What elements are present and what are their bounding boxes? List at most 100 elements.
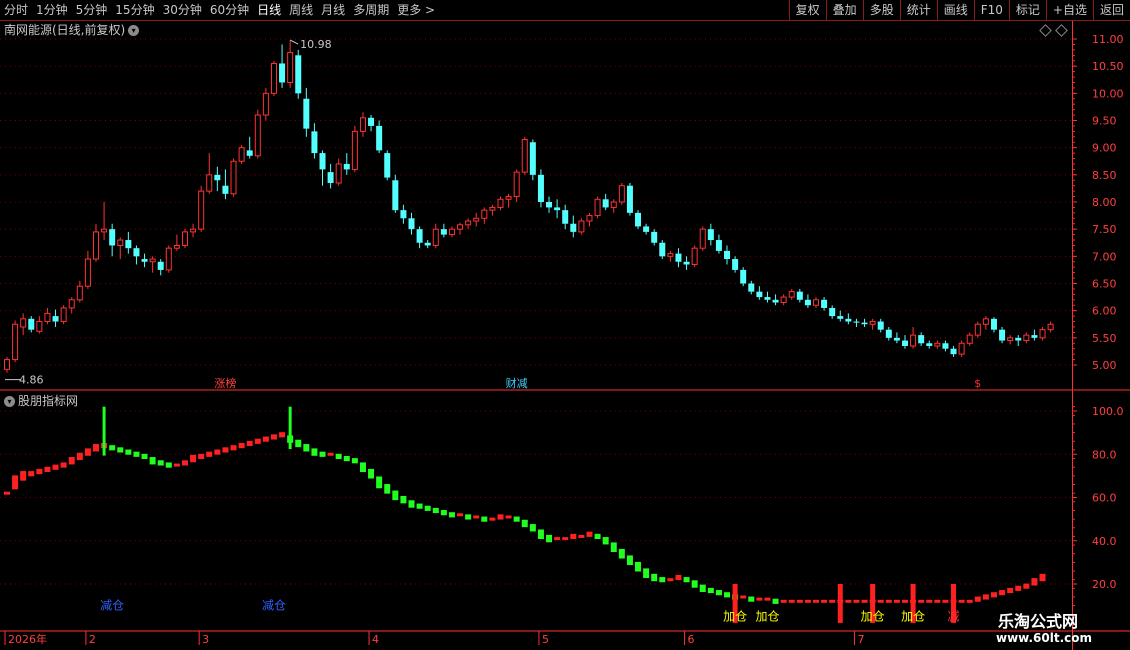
- indicator-bar: [990, 592, 997, 598]
- candle-body: [901, 340, 908, 346]
- candle-body: [351, 130, 358, 170]
- candle-body: [691, 247, 698, 265]
- candle-body: [990, 318, 997, 330]
- indicator-bar: [1031, 578, 1038, 586]
- min-price-label: 4.86: [19, 374, 44, 387]
- indicator-bar: [772, 598, 779, 604]
- indicator-bar: [190, 454, 197, 463]
- candle-body: [1031, 335, 1038, 338]
- indicator-bar: [481, 516, 488, 522]
- candle-body: [918, 335, 925, 344]
- candle-body: [699, 228, 706, 249]
- candle-body: [173, 244, 180, 249]
- candle-body: [424, 242, 431, 246]
- indicator-bar: [675, 574, 682, 581]
- indicator-bar: [796, 599, 803, 603]
- candle-body: [570, 223, 577, 232]
- candle-body: [659, 242, 666, 257]
- candle-body: [465, 220, 472, 226]
- candle-body: [230, 160, 237, 195]
- indicator-bar: [246, 440, 253, 447]
- candle-body: [222, 185, 229, 194]
- candle-body: [376, 125, 383, 151]
- candle-body: [448, 228, 455, 236]
- indicator-bar: [222, 447, 229, 453]
- event-label: $: [974, 377, 981, 390]
- candle-body: [505, 196, 512, 200]
- indicator-bar: [489, 517, 496, 521]
- signal-spike: [288, 406, 292, 450]
- indicator-bar: [343, 455, 350, 462]
- x-axis-label: 2: [89, 633, 96, 646]
- indicator-bar: [651, 573, 658, 582]
- indicator-bar: [165, 462, 172, 468]
- candle-body: [416, 229, 423, 243]
- main-tick-label: 5.00: [1092, 359, 1117, 372]
- candle-body: [521, 139, 528, 173]
- indicator-bar: [724, 592, 731, 598]
- indicator-bar: [901, 599, 908, 603]
- indicator-title[interactable]: ▾ 股朋指标网: [4, 392, 78, 409]
- indicator-bar: [311, 448, 318, 456]
- signal-spike: [837, 584, 843, 623]
- indicator-bar: [578, 534, 585, 538]
- chevron-down-icon[interactable]: ▾: [128, 25, 140, 36]
- candle-body: [262, 92, 269, 116]
- candle-body: [392, 180, 399, 211]
- candle-body: [885, 329, 892, 338]
- indicator-bar: [707, 587, 714, 594]
- candle-body: [837, 316, 844, 319]
- indicator-bar: [667, 578, 674, 582]
- candle-body: [537, 174, 544, 202]
- candle-body: [651, 231, 658, 243]
- indicator-bar: [845, 599, 852, 603]
- indicator-bar: [141, 453, 148, 460]
- indicator-bar: [497, 514, 504, 520]
- candle-body: [643, 226, 650, 232]
- candle-body: [400, 210, 407, 219]
- x-axis-label: 4: [372, 633, 379, 646]
- indicator-bar: [457, 513, 464, 517]
- indicator-bar: [610, 542, 617, 553]
- indicator-bar: [359, 462, 366, 473]
- candle-body: [877, 321, 884, 330]
- ind-tick-label: 60.0: [1092, 492, 1117, 505]
- candle-body: [934, 342, 941, 347]
- candle-body: [359, 117, 366, 132]
- indicator-bar: [181, 460, 188, 466]
- indicator-bar: [84, 448, 91, 456]
- candle-body: [780, 296, 787, 304]
- candle-body: [772, 299, 779, 303]
- x-axis-label: 6: [688, 633, 695, 646]
- candle-body: [432, 228, 439, 246]
- indicator-bar: [376, 476, 383, 489]
- candle-body: [554, 207, 561, 211]
- candle-body: [950, 348, 957, 355]
- indicator-bar: [60, 462, 67, 468]
- candle-body: [319, 153, 326, 170]
- candle-body: [796, 291, 803, 300]
- indicator-bar: [715, 590, 722, 596]
- main-tick-label: 8.50: [1092, 169, 1117, 182]
- chevron-down-icon[interactable]: ▾: [4, 396, 15, 407]
- indicator-bar: [1023, 583, 1030, 589]
- candle-body: [84, 258, 91, 287]
- indicator-bar: [92, 444, 99, 452]
- indicator-bar: [748, 596, 755, 602]
- candle-body: [457, 224, 464, 230]
- candle-body: [958, 342, 965, 355]
- indicator-bar: [206, 451, 213, 457]
- max-pointer: [289, 39, 299, 45]
- candle-body: [343, 163, 350, 170]
- signal-label: 减仓: [100, 599, 124, 613]
- indicator-bar: [804, 599, 811, 603]
- indicator-bar: [384, 484, 391, 494]
- candle-body: [861, 322, 868, 325]
- watermark: 乐淘公式网 www.60lt.com: [986, 604, 1106, 650]
- signal-label: 加仓: [861, 609, 885, 623]
- indicator-bar: [934, 599, 941, 603]
- candle-body: [489, 206, 496, 211]
- chart-canvas[interactable]: 5.00 5.50 6.00 6.50 7.00 7.50 8.00 8.50 9.00 9.50…: [0, 0, 1130, 650]
- main-chart-title[interactable]: 南网能源(日线,前复权) ▾: [4, 21, 140, 38]
- candle-body: [804, 299, 811, 306]
